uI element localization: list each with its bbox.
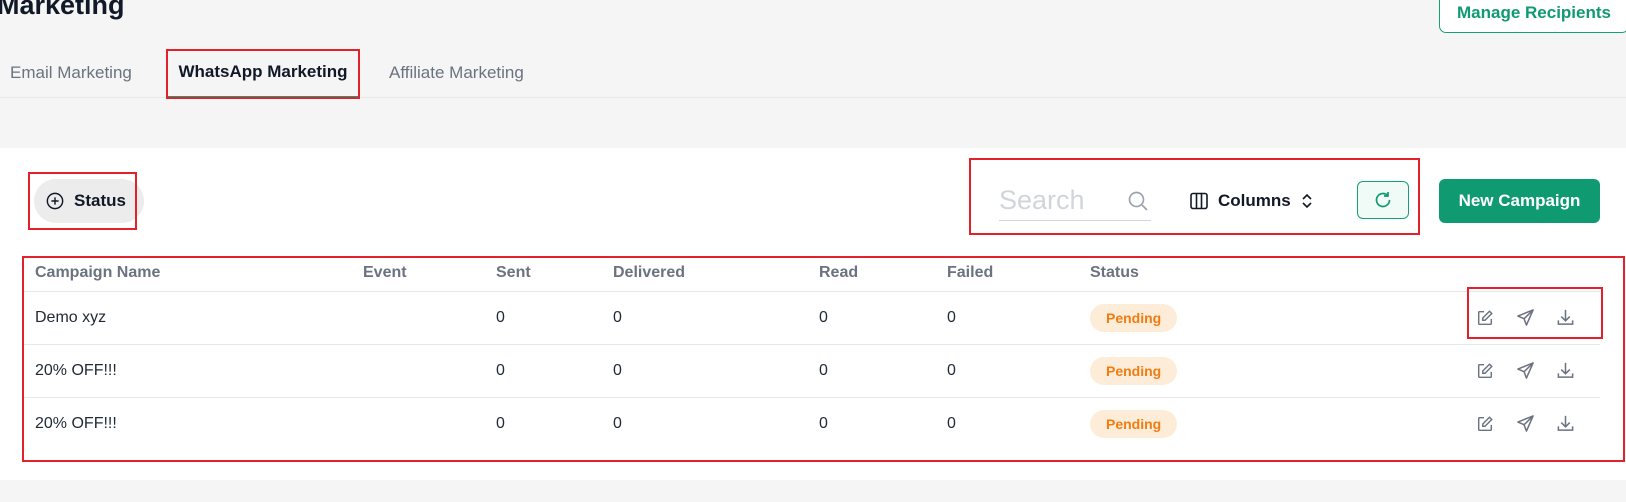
status-badge: Pending [1090, 356, 1178, 385]
new-campaign-button[interactable]: New Campaign [1439, 179, 1600, 223]
table-header-row: Campaign Name Event Sent Delivered Read … [24, 255, 1600, 292]
manage-recipients-button[interactable]: Manage Recipients [1439, 0, 1626, 33]
column-header-status[interactable]: Status [1079, 255, 1279, 292]
send-icon[interactable] [1514, 360, 1536, 382]
chevron-up-down-icon [1302, 193, 1312, 209]
actions-cell [1279, 291, 1600, 345]
status-cell: Pending [1079, 344, 1279, 398]
status-filter-label: Status [74, 191, 126, 210]
failed-cell: 0 [947, 414, 956, 432]
actions-cell [1279, 397, 1600, 450]
column-header-actions [1279, 255, 1600, 292]
tab-affiliate-marketing[interactable]: Affiliate Marketing [389, 48, 524, 98]
column-header-failed[interactable]: Failed [936, 255, 1079, 292]
status-badge: Pending [1090, 409, 1178, 438]
refresh-icon [1375, 192, 1391, 208]
column-header-read[interactable]: Read [808, 255, 936, 292]
download-icon[interactable] [1554, 360, 1576, 382]
plus-circle-icon [46, 192, 64, 210]
download-icon[interactable] [1554, 413, 1576, 435]
failed-cell: 0 [936, 291, 1079, 345]
refresh-button[interactable] [1357, 181, 1409, 219]
search-box [999, 181, 1151, 221]
event-cell [352, 344, 485, 398]
status-badge: Pending [1090, 303, 1178, 332]
page-title: Marketing [0, 0, 125, 20]
tab-bar: Email Marketing WhatsApp Marketing Affil… [0, 48, 1626, 99]
campaign-name: 20% OFF!!! [35, 414, 117, 432]
edit-icon[interactable] [1474, 360, 1496, 382]
read-cell: 0 [819, 414, 828, 432]
event-cell [352, 291, 485, 345]
download-icon[interactable] [1554, 307, 1576, 329]
delivered-cell: 0 [602, 291, 808, 345]
column-header-delivered[interactable]: Delivered [602, 255, 808, 292]
send-icon[interactable] [1514, 307, 1536, 329]
actions-cell [1279, 344, 1600, 398]
edit-icon[interactable] [1474, 413, 1496, 435]
status-filter-button[interactable]: Status [34, 179, 144, 223]
campaign-name: Demo xyz [24, 291, 352, 345]
search-input[interactable] [999, 185, 1119, 216]
sent-cell: 0 [496, 414, 505, 432]
failed-cell: 0 [936, 344, 1079, 398]
sent-cell: 0 [485, 344, 602, 398]
columns-label: Columns [1218, 191, 1291, 210]
sent-cell: 0 [485, 291, 602, 345]
campaign-name: 20% OFF!!! [24, 344, 352, 398]
table-row[interactable]: Demo xyz 0 0 0 0 Pending [24, 291, 1600, 345]
read-cell: 0 [808, 344, 936, 398]
column-header-campaign-name[interactable]: Campaign Name [24, 255, 352, 292]
table-row[interactable]: 20% OFF!!! 0 0 0 0 Pending [24, 344, 1600, 398]
tab-whatsapp-marketing[interactable]: WhatsApp Marketing [168, 48, 358, 99]
edit-icon[interactable] [1474, 307, 1496, 329]
search-icon [1128, 191, 1148, 211]
event-cell [352, 397, 485, 450]
columns-icon [1190, 192, 1208, 210]
column-header-event[interactable]: Event [352, 255, 485, 292]
column-header-sent[interactable]: Sent [485, 255, 602, 292]
read-cell: 0 [808, 291, 936, 345]
columns-button[interactable]: Columns [1190, 186, 1313, 216]
status-cell: Pending [1079, 397, 1279, 450]
table-row[interactable]: 20% OFF!!! 0 0 0 0 Pending [24, 397, 1600, 450]
delivered-cell: 0 [613, 414, 622, 432]
status-cell: Pending [1079, 291, 1279, 345]
tab-email-marketing[interactable]: Email Marketing [10, 48, 132, 98]
delivered-cell: 0 [602, 344, 808, 398]
send-icon[interactable] [1514, 413, 1536, 435]
campaign-table: Campaign Name Event Sent Delivered Read … [24, 255, 1600, 450]
